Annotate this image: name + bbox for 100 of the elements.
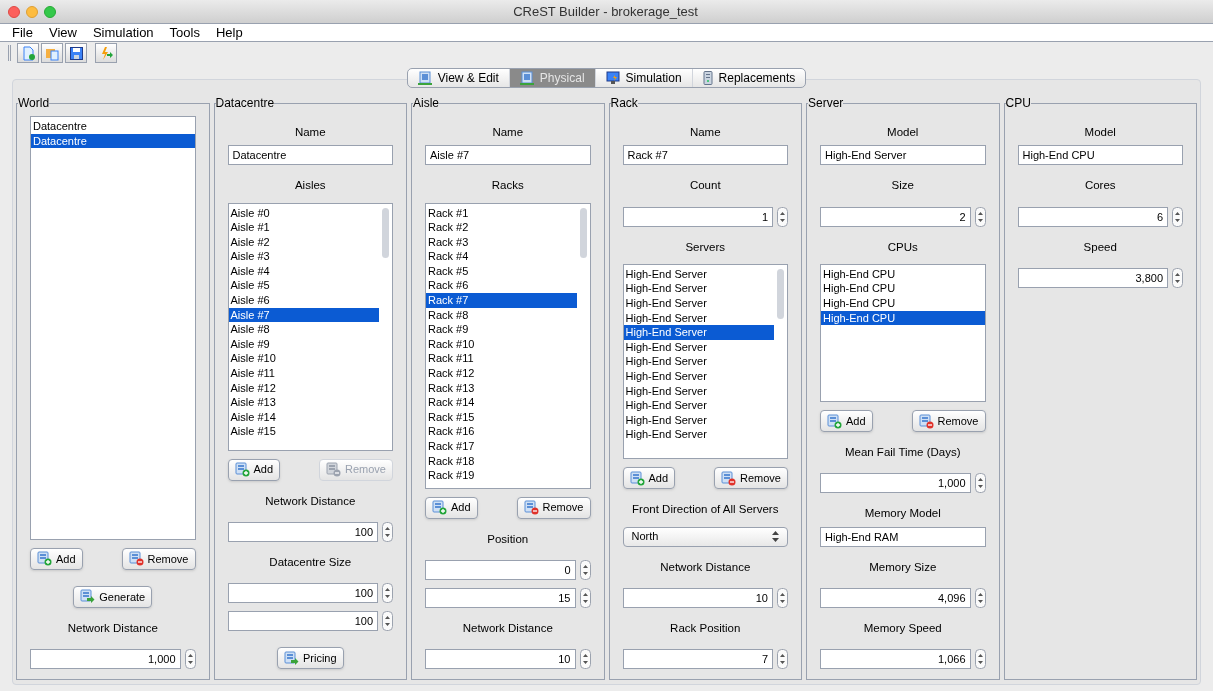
- action-button[interactable]: Pricing: [276, 647, 344, 669]
- remove-button[interactable]: Remove: [911, 410, 986, 432]
- tab[interactable]: Replacements: [692, 69, 806, 87]
- list-item[interactable]: Rack #18: [426, 453, 577, 469]
- stepper-button[interactable]: [1172, 267, 1183, 288]
- stepper-button[interactable]: [382, 611, 393, 631]
- list-item[interactable]: Rack #6: [426, 278, 577, 294]
- number-field[interactable]: 2: [820, 206, 971, 227]
- number-field[interactable]: 10: [425, 649, 576, 669]
- stepper-button[interactable]: [579, 649, 591, 669]
- menu-item[interactable]: Simulation: [92, 22, 154, 43]
- list-item[interactable]: High-End Server: [623, 281, 774, 296]
- list-item[interactable]: High-End CPU: [821, 281, 985, 296]
- stepper-button[interactable]: [579, 559, 591, 580]
- list-item[interactable]: Aisle #12: [228, 380, 379, 396]
- number-field[interactable]: 3,800: [1017, 267, 1168, 288]
- number-field[interactable]: 100: [227, 611, 378, 631]
- list-item[interactable]: Aisle #14: [228, 409, 379, 425]
- number-field[interactable]: 1,000: [820, 473, 971, 494]
- add-button[interactable]: Add: [227, 458, 281, 481]
- list-item[interactable]: Rack #13: [426, 380, 577, 396]
- list-item[interactable]: High-End Server: [623, 354, 774, 369]
- list-item[interactable]: High-End Server: [623, 427, 774, 442]
- text-field[interactable]: Aisle #7: [425, 145, 591, 166]
- list-item[interactable]: Aisle #3: [228, 249, 379, 264]
- list-item[interactable]: Rack #2: [426, 220, 577, 235]
- text-field[interactable]: High-End Server: [820, 145, 986, 166]
- list-item[interactable]: Rack #14: [426, 395, 577, 410]
- list-item[interactable]: Aisle #6: [228, 293, 379, 308]
- list-item[interactable]: High-End Server: [623, 383, 774, 399]
- list-item[interactable]: High-End Server: [623, 339, 774, 355]
- close-button[interactable]: [8, 5, 20, 18]
- text-field[interactable]: Datacentre: [227, 145, 393, 166]
- stepper-button[interactable]: [974, 587, 986, 608]
- remove-button[interactable]: Remove: [714, 467, 788, 490]
- list-item[interactable]: Datacentre: [31, 133, 195, 149]
- list-item[interactable]: Rack #5: [426, 263, 577, 279]
- list-item[interactable]: Aisle #1: [228, 220, 379, 235]
- number-field[interactable]: 15: [425, 587, 576, 608]
- menu-item[interactable]: Tools: [169, 22, 200, 43]
- list-item[interactable]: High-End Server: [623, 398, 774, 413]
- stepper-button[interactable]: [974, 649, 986, 669]
- remove-button[interactable]: Remove: [121, 547, 196, 570]
- stepper-button[interactable]: [382, 583, 393, 603]
- list-item[interactable]: High-End Server: [623, 310, 774, 326]
- stepper-button[interactable]: [1172, 206, 1183, 227]
- number-field[interactable]: 1: [622, 206, 773, 227]
- add-button[interactable]: Add: [820, 410, 873, 432]
- list-item[interactable]: Aisle #2: [228, 234, 379, 250]
- list-item[interactable]: Rack #12: [426, 366, 577, 381]
- list-item[interactable]: Datacentre: [31, 119, 195, 134]
- remove-button[interactable]: Remove: [516, 496, 591, 519]
- scrollbar-thumb[interactable]: [777, 268, 784, 319]
- stepper-button[interactable]: [777, 649, 788, 669]
- stepper-button[interactable]: [382, 521, 393, 542]
- list-item[interactable]: Aisle #13: [228, 395, 379, 410]
- list-item[interactable]: Aisle #7: [228, 307, 379, 323]
- list-item[interactable]: Rack #4: [426, 249, 577, 264]
- number-field[interactable]: 1,000: [30, 649, 181, 669]
- lightning-icon[interactable]: [95, 43, 117, 63]
- list-item[interactable]: Rack #3: [426, 234, 577, 250]
- list-item[interactable]: High-End Server: [623, 368, 774, 384]
- list-item[interactable]: Rack #19: [426, 468, 577, 483]
- stepper-button[interactable]: [579, 587, 591, 608]
- stepper-button[interactable]: [184, 649, 196, 669]
- menu-item[interactable]: File: [12, 22, 33, 43]
- list-item[interactable]: Rack #8: [426, 307, 577, 323]
- list-item[interactable]: Aisle #8: [228, 322, 379, 337]
- list-item[interactable]: High-End CPU: [821, 266, 985, 282]
- list-item[interactable]: High-End Server: [623, 266, 774, 282]
- number-field[interactable]: 10: [622, 587, 773, 608]
- number-field[interactable]: 6: [1017, 206, 1168, 227]
- direction-select[interactable]: North: [622, 526, 788, 547]
- list-item[interactable]: Aisle #15: [228, 424, 379, 439]
- text-field[interactable]: Rack #7: [622, 145, 788, 166]
- list-item[interactable]: Rack #16: [426, 424, 577, 439]
- number-field[interactable]: 7: [622, 649, 773, 669]
- list-item[interactable]: Rack #17: [426, 439, 577, 454]
- add-button[interactable]: Add: [425, 496, 478, 519]
- scrollbar-thumb[interactable]: [579, 207, 587, 258]
- list-item[interactable]: Aisle #9: [228, 336, 379, 352]
- list-item[interactable]: Aisle #4: [228, 263, 379, 279]
- add-button[interactable]: Add: [622, 467, 676, 490]
- stepper-button[interactable]: [974, 206, 986, 227]
- list-item[interactable]: Rack #9: [426, 322, 577, 337]
- number-field[interactable]: 100: [227, 583, 378, 603]
- number-field[interactable]: 0: [425, 559, 576, 580]
- stepper-button[interactable]: [777, 587, 788, 608]
- menu-item[interactable]: View: [48, 22, 77, 43]
- list-item[interactable]: Rack #11: [426, 351, 577, 367]
- scrollbar-thumb[interactable]: [382, 207, 389, 258]
- list-item[interactable]: Rack #1: [426, 205, 577, 221]
- number-field[interactable]: 1,066: [820, 649, 971, 669]
- text-field[interactable]: High-End RAM: [820, 526, 986, 547]
- number-field[interactable]: 100: [227, 521, 378, 542]
- tab[interactable]: Simulation: [595, 69, 693, 87]
- menu-item[interactable]: Help: [215, 22, 243, 43]
- tab[interactable]: View & Edit: [407, 69, 510, 87]
- stepper-button[interactable]: [974, 473, 986, 494]
- list-item[interactable]: Rack #10: [426, 336, 577, 352]
